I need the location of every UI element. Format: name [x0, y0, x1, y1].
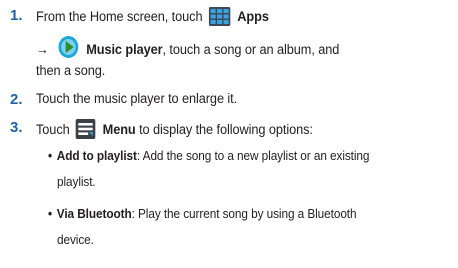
step-number: 3.	[10, 119, 23, 136]
music-player-label: Music player	[86, 42, 163, 58]
option-line-1: • Via Bluetooth: Play the current song by…	[48, 207, 357, 221]
option-name: Add to playlist	[56, 149, 137, 163]
option-line-1: • Add to playlist: Add the song to a new …	[48, 149, 370, 163]
step-text: Touch	[36, 122, 70, 138]
step-text: then a song.	[36, 63, 106, 79]
menu-label: Menu	[102, 122, 136, 138]
step-1-line-1: From the Home screen, touch Apps	[36, 7, 269, 30]
step-text: to display the following options:	[135, 122, 313, 138]
option-name: Via Bluetooth	[56, 207, 132, 221]
option-description: : Play the current song by using a Bluet…	[131, 207, 357, 221]
step-1-line-2: → Music player, touch a song or an album…	[36, 35, 339, 63]
step-2-line-1: Touch the music player to enlarge it.	[36, 91, 237, 107]
step-number: 1.	[10, 7, 23, 24]
instruction-page: 1. From the Home screen, touch Apps → Mu…	[0, 0, 458, 268]
apps-label: Apps	[237, 9, 269, 25]
option-description: : Add the song to a new playlist or an e…	[136, 149, 370, 163]
step-1-line-3: then a song.	[36, 63, 105, 79]
music-player-icon	[58, 35, 80, 63]
step-text: From the Home screen, touch	[36, 9, 203, 25]
step-number: 2.	[10, 91, 23, 108]
bullet-icon: •	[48, 149, 53, 163]
apps-grid-icon	[208, 7, 231, 30]
bullet-icon: •	[48, 207, 53, 221]
step-3-line-1: Touch Menu to display the following opti…	[36, 119, 313, 143]
step-text: , touch a song or an album, and	[162, 42, 340, 58]
option-line-2: device.	[57, 233, 94, 247]
arrow-icon: →	[36, 42, 49, 58]
menu-icon	[75, 119, 96, 143]
option-description: playlist.	[57, 175, 96, 189]
option-description: device.	[57, 233, 94, 247]
step-text: Touch the music player to enlarge it.	[36, 91, 238, 107]
option-line-2: playlist.	[57, 175, 96, 189]
